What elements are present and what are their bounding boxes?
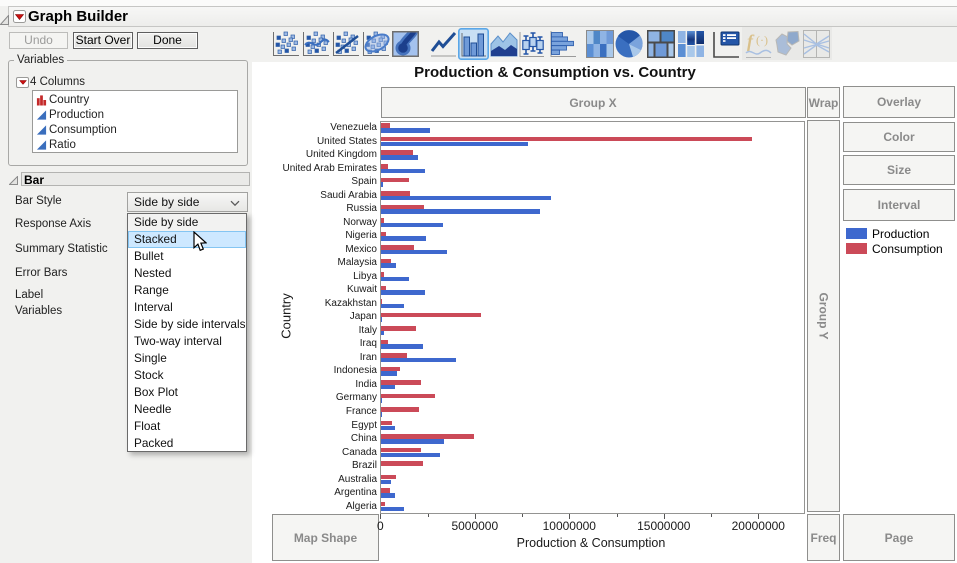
svg-text:(·): (·) bbox=[756, 33, 768, 47]
svg-text:f: f bbox=[747, 31, 755, 51]
